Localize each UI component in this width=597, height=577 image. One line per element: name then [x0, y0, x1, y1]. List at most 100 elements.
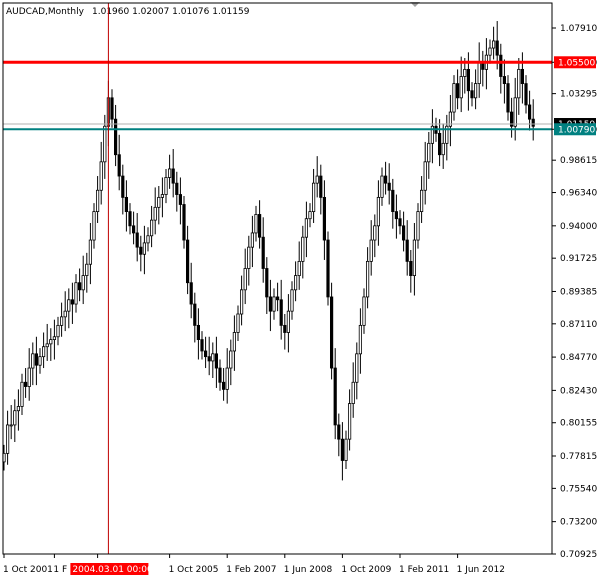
- candle-body: [85, 263, 89, 277]
- candle-body: [470, 90, 474, 99]
- candle-body: [193, 303, 197, 326]
- candle-body: [149, 219, 154, 237]
- candle-body: [49, 339, 53, 345]
- y-tick-label: 1.07910: [560, 24, 597, 34]
- candle-body: [383, 175, 388, 184]
- candle-body: [272, 296, 276, 312]
- candle-body: [398, 218, 402, 227]
- candle-body: [416, 211, 420, 241]
- candle-body: [160, 194, 164, 198]
- x-tick-label: 1 Oct 2001: [3, 565, 53, 575]
- candle-body: [517, 68, 521, 99]
- candle-body: [60, 316, 64, 326]
- candle-body: [67, 299, 71, 312]
- candle-body: [135, 232, 139, 248]
- candle-body: [528, 104, 532, 120]
- candle: [329, 282, 334, 380]
- candle-body: [153, 206, 157, 221]
- candle-body: [200, 339, 204, 352]
- candle-body: [365, 260, 370, 298]
- candle-body: [297, 260, 301, 277]
- y-tick-label: 1.03295: [560, 90, 597, 100]
- candle-body: [293, 275, 298, 291]
- candle-body: [495, 40, 499, 56]
- candle-body: [520, 68, 525, 85]
- candle-body: [239, 289, 244, 315]
- candle-body: [373, 225, 377, 241]
- candle-body: [401, 225, 406, 241]
- candle-body: [290, 289, 294, 312]
- candle-body: [491, 40, 496, 49]
- candle-body: [265, 268, 269, 298]
- candle-body: [279, 299, 283, 326]
- candle-body: [196, 324, 200, 341]
- candle-body: [9, 424, 13, 427]
- candle-body: [20, 381, 24, 407]
- candle-body: [142, 242, 146, 255]
- candle-body: [157, 196, 161, 208]
- candle-body: [131, 225, 136, 234]
- y-tick-label: 0.75540: [560, 484, 597, 494]
- candle-body: [322, 196, 327, 241]
- candle-body: [405, 239, 409, 262]
- candle-body: [326, 239, 330, 298]
- candle-body: [369, 239, 373, 262]
- candle-body: [178, 194, 182, 205]
- candle-body: [254, 214, 258, 234]
- x-tick-label: 1 Jun 2008: [284, 565, 333, 575]
- candle-body: [146, 235, 150, 244]
- candle-body: [81, 275, 85, 291]
- candle-body: [164, 177, 168, 195]
- candle-body: [286, 310, 291, 333]
- candle-body: [214, 353, 218, 369]
- y-tick-label: 0.91725: [560, 254, 597, 264]
- candle-body: [394, 211, 399, 220]
- candle-body: [229, 350, 233, 369]
- x-tick-label: 1 F: [53, 565, 67, 575]
- candle-body: [387, 182, 391, 191]
- candle-body: [257, 214, 262, 238]
- candle-body: [358, 324, 363, 355]
- candle-body: [304, 218, 309, 238]
- candle-body: [351, 381, 355, 405]
- candle-body: [203, 350, 208, 358]
- candle-body: [110, 97, 114, 120]
- x-tick-label: 1 Oct 2005: [169, 565, 219, 575]
- candle-body: [88, 239, 92, 265]
- x-tick-label: 1 Feb 2011: [399, 565, 449, 575]
- candle-body: [74, 282, 78, 305]
- y-tick-label: 0.96340: [560, 189, 597, 199]
- candle-body: [412, 239, 417, 277]
- y-tick-label: 0.98615: [560, 156, 597, 166]
- candle-body: [189, 282, 193, 305]
- candle-body: [236, 313, 240, 333]
- candle-body: [524, 83, 528, 106]
- candle-body: [275, 296, 280, 301]
- candle-body: [232, 332, 236, 352]
- candle-body: [211, 353, 215, 362]
- candle-body: [128, 211, 132, 227]
- candle-body: [466, 68, 471, 92]
- candle-body: [182, 204, 186, 241]
- candle-body: [283, 324, 287, 333]
- candle-body: [344, 438, 348, 461]
- candle-body: [499, 54, 503, 77]
- candle-body: [250, 232, 254, 248]
- candle-body: [463, 68, 467, 77]
- support-price-tag-label: 1.00790: [558, 125, 595, 135]
- candle-body: [167, 168, 172, 178]
- candle-body: [362, 296, 366, 326]
- price-chart[interactable]: AUDCAD,Monthly 1.01960 1.02007 1.01076 1…: [0, 0, 597, 577]
- candle-body: [16, 406, 21, 412]
- candle-body: [380, 175, 384, 198]
- crosshair-date-label: 2004.03.01 00:00: [72, 565, 153, 575]
- candle-body: [139, 246, 143, 255]
- candle-body: [308, 211, 312, 220]
- candle-body: [45, 343, 49, 348]
- candle-body: [23, 381, 28, 387]
- candle-body: [329, 296, 334, 369]
- candle-body: [78, 282, 82, 291]
- candle-body: [96, 189, 100, 213]
- candle-body: [473, 83, 478, 99]
- candle-body: [477, 61, 481, 85]
